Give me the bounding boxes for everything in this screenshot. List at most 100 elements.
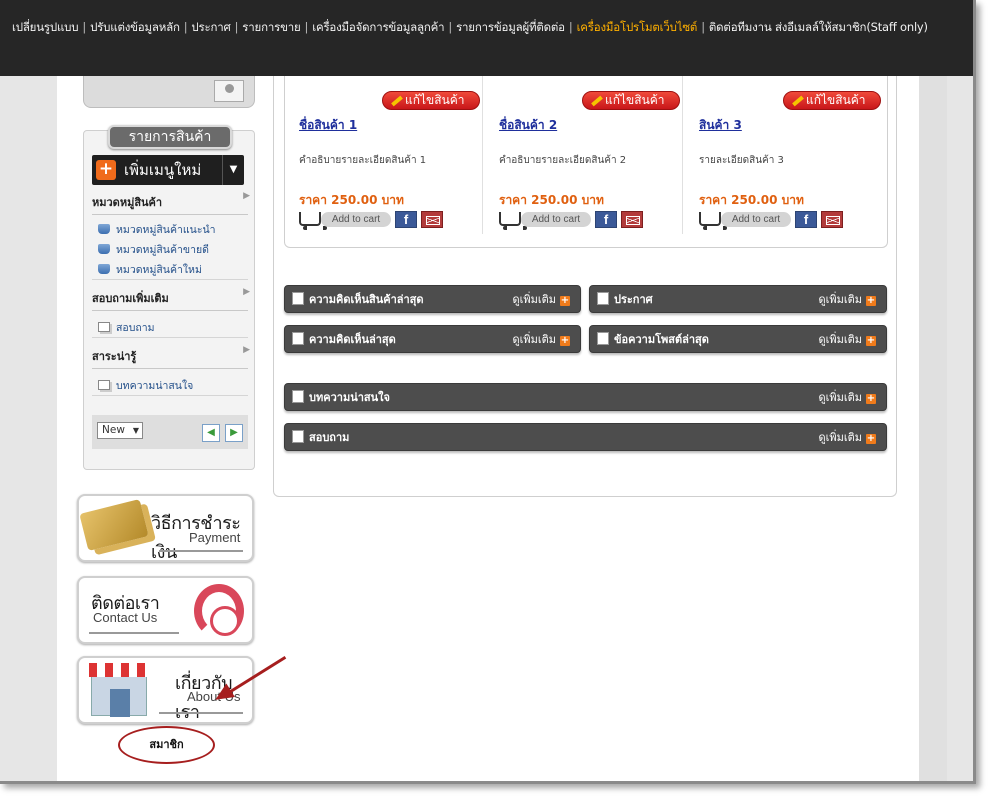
basket-icon [98, 244, 110, 254]
payment-banner[interactable]: วิธีการชำระเงิน Payment [77, 494, 254, 562]
edit-product-button[interactable]: แก้ไขสินค้า [783, 91, 881, 110]
divider [92, 279, 248, 280]
see-more-label: ดูเพิ่มเติม [512, 333, 556, 346]
widget-articles: บทความน่าสนใจ ดูเพิ่มเติม + [284, 383, 887, 411]
facebook-share-icon[interactable]: f [795, 211, 817, 228]
next-arrow-button[interactable]: ▶ [225, 424, 243, 442]
section-title: สอบถามเพิ่มเติม [92, 292, 169, 305]
plus-icon: + [866, 295, 876, 306]
see-more-link[interactable]: ดูเพิ่มเติม + [818, 326, 876, 354]
chevron-down-icon[interactable]: ▼ [222, 155, 244, 185]
sidebar-item-new[interactable]: หมวดหมู่สินค้าใหม่ [98, 261, 202, 278]
sidebar-item-label: หมวดหมู่สินค้าใหม่ [116, 264, 202, 276]
divider [92, 337, 248, 338]
basket-icon [98, 224, 110, 234]
facebook-share-icon[interactable]: f [595, 211, 617, 228]
user-avatar-icon[interactable] [214, 80, 244, 102]
see-more-link[interactable]: ดูเพิ่มเติม + [818, 424, 876, 452]
widget-title: ข้อความโพสต์ล่าสุด [614, 333, 709, 346]
document-icon [292, 390, 304, 403]
sidebar-pager: New ▼ ◀ ▶ [92, 415, 248, 449]
widget-title: ประกาศ [614, 293, 653, 306]
chevron-right-icon: ▶ [243, 287, 250, 297]
widget-title: ความคิดเห็นล่าสุด [309, 333, 396, 346]
section-articles[interactable]: สาระน่ารู้ ▶ [92, 345, 250, 369]
cart-icon[interactable] [499, 212, 527, 230]
menu-separator: | [448, 20, 453, 34]
see-more-link[interactable]: ดูเพิ่มเติม + [818, 384, 876, 412]
menu-item-customer-tools[interactable]: เครื่องมือจัดการข้อมูลลูกค้า [312, 20, 444, 34]
add-to-cart-button[interactable]: Add to cart [521, 212, 591, 227]
comment-icon [292, 332, 304, 345]
document-icon [98, 322, 110, 332]
edit-product-button[interactable]: แก้ไขสินค้า [382, 91, 480, 110]
page-right-margin [919, 76, 947, 781]
menu-separator: | [568, 20, 573, 34]
sidebar-item-inquiry[interactable]: สอบถาม [98, 319, 155, 336]
menu-item-announcement[interactable]: ประกาศ [191, 20, 230, 34]
product-name-link[interactable]: ชื่อสินค้า 1 [299, 116, 357, 135]
sidebar-item-recommended[interactable]: หมวดหมู่สินค้าแนะนำ [98, 221, 216, 238]
sidebar-item-label: บทความน่าสนใจ [116, 380, 194, 392]
cart-icon[interactable] [299, 212, 327, 230]
see-more-link[interactable]: ดูเพิ่มเติม + [512, 286, 570, 314]
product-name-link[interactable]: สินค้า 3 [699, 116, 742, 135]
cart-icon[interactable] [699, 212, 727, 230]
sidebar-item-bestseller[interactable]: หมวดหมู่สินค้าขายดี [98, 241, 209, 258]
facebook-share-icon[interactable]: f [395, 211, 417, 228]
sort-select[interactable]: New ▼ [97, 422, 143, 439]
chevron-right-icon: ▶ [243, 191, 250, 201]
menu-item-sales[interactable]: รายการขาย [242, 20, 300, 34]
post-icon [597, 332, 609, 345]
menu-separator: | [183, 20, 188, 34]
edit-product-label: แก้ไขสินค้า [605, 93, 665, 107]
menu-item-change-theme[interactable]: เปลี่ยนรูปแบบ [12, 20, 79, 34]
menu-item-contact-staff[interactable]: ติดต่อทีมงาน ส่งอีเมลล์ให้สมาชิก(Staff o… [709, 20, 928, 34]
widget-title: สอบถาม [309, 431, 350, 444]
product-description: คำอธิบายรายละเอียดสินค้า 1 [299, 155, 427, 166]
section-product-categories[interactable]: หมวดหมู่สินค้า ▶ [92, 191, 250, 215]
plus-icon: + [866, 433, 876, 444]
product-name-link[interactable]: ชื่อสินค้า 2 [499, 116, 557, 135]
sidebar-item-label: หมวดหมู่สินค้าขายดี [116, 244, 209, 256]
product-grid: แก้ไขสินค้า ชื่อสินค้า 1 คำอธิบายรายละเอ… [284, 76, 888, 248]
divider [89, 632, 179, 634]
plus-icon: + [560, 295, 570, 306]
divider [159, 550, 243, 552]
product-actions: Add to cart f [299, 211, 459, 230]
add-to-cart-button[interactable]: Add to cart [321, 212, 391, 227]
see-more-link[interactable]: ดูเพิ่มเติม + [512, 326, 570, 354]
email-share-icon[interactable] [421, 211, 443, 228]
page-body: รายการสินค้า + เพิ่มเมนูใหม่ ▼ หมวดหมู่ส… [57, 76, 919, 781]
member-link[interactable]: สมาชิก [118, 726, 215, 764]
prev-arrow-button[interactable]: ◀ [202, 424, 220, 442]
divider [92, 395, 248, 396]
add-to-cart-button[interactable]: Add to cart [721, 212, 791, 227]
email-share-icon[interactable] [621, 211, 643, 228]
banner-subtitle: Payment [189, 530, 241, 545]
document-icon [292, 430, 304, 443]
add-menu-button[interactable]: + เพิ่มเมนูใหม่ ▼ [92, 155, 244, 185]
menu-separator: | [701, 20, 705, 34]
announcement-icon [597, 292, 609, 305]
menu-item-contacts[interactable]: รายการข้อมูลผู้ที่ติดต่อ [456, 20, 565, 34]
menu-item-main-settings[interactable]: ปรับแต่งข้อมูลหลัก [90, 20, 180, 34]
email-share-icon[interactable] [821, 211, 843, 228]
contact-banner[interactable]: ติดต่อเรา Contact Us [77, 576, 254, 644]
menu-separator: | [82, 20, 87, 34]
chevron-down-icon: ▼ [132, 426, 139, 435]
pencil-icon [591, 95, 603, 107]
basket-icon [98, 264, 110, 274]
product-card: แก้ไขสินค้า สินค้า 3 รายละเอียดสินค้า 3 … [685, 76, 883, 234]
menu-item-promote-website[interactable]: เครื่องมือโปรโมตเว็บไซต์ [577, 20, 698, 34]
widget-title: ความคิดเห็นสินค้าล่าสุด [309, 293, 424, 306]
add-menu-label: เพิ่มเมนูใหม่ [124, 161, 202, 179]
sidebar-item-articles[interactable]: บทความน่าสนใจ [98, 377, 193, 394]
section-inquiries[interactable]: สอบถามเพิ่มเติม ▶ [92, 287, 250, 311]
see-more-label: ดูเพิ่มเติม [818, 293, 862, 306]
product-card: แก้ไขสินค้า ชื่อสินค้า 1 คำอธิบายรายละเอ… [285, 76, 483, 234]
edit-product-button[interactable]: แก้ไขสินค้า [582, 91, 680, 110]
see-more-link[interactable]: ดูเพิ่มเติม + [818, 286, 876, 314]
product-menu-panel: รายการสินค้า + เพิ่มเมนูใหม่ ▼ หมวดหมู่ส… [83, 125, 255, 470]
section-title: สาระน่ารู้ [92, 350, 137, 363]
